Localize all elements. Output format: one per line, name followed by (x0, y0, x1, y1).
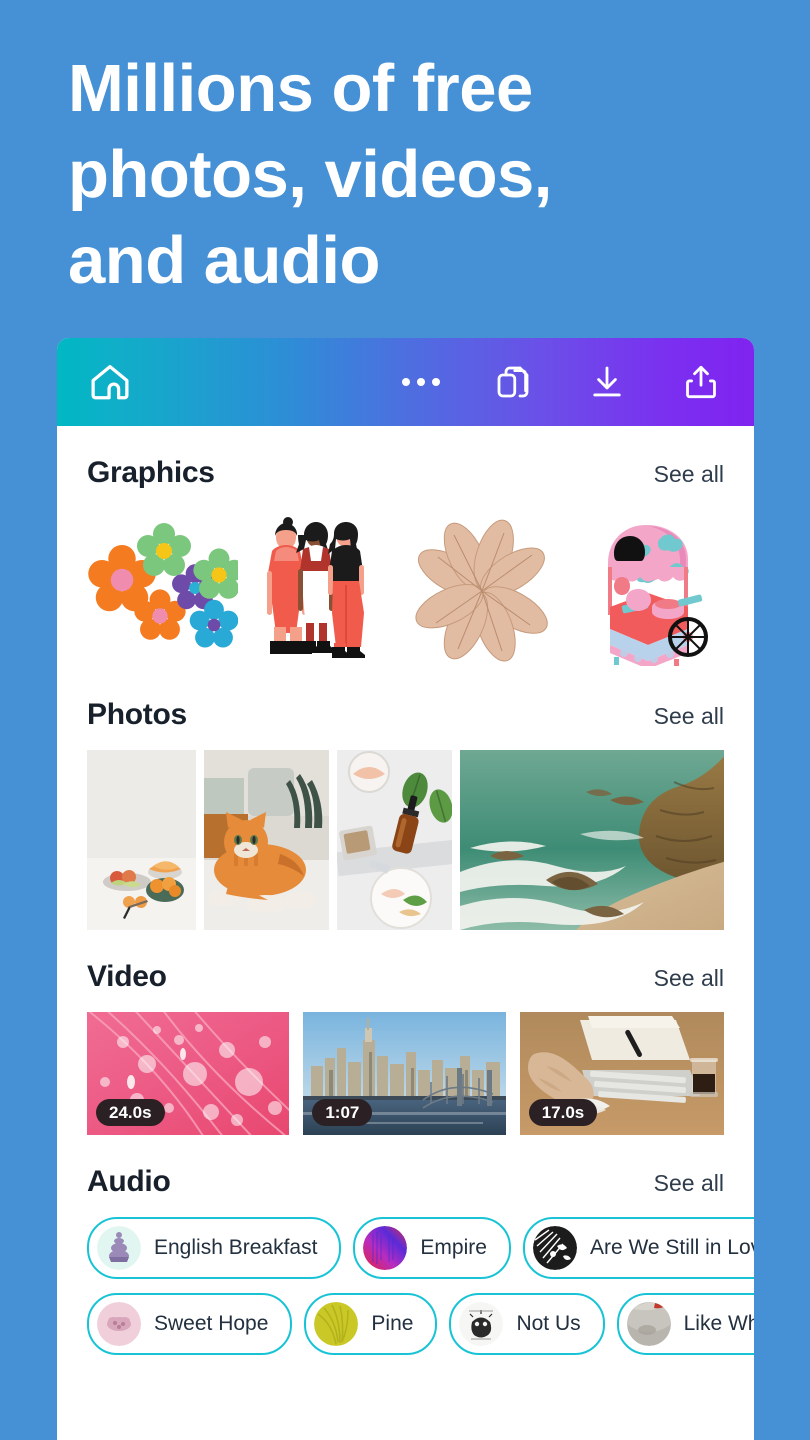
video-typing-hands[interactable]: 17.0s (519, 1012, 724, 1135)
video-duration-badge: 17.0s (528, 1099, 598, 1126)
photos-row (87, 750, 724, 930)
audio-title-text: English Breakfast (154, 1236, 318, 1259)
graphics-header: Graphics See all (87, 426, 724, 508)
home-button[interactable] (87, 359, 133, 405)
audio-title-text: Not Us (516, 1312, 581, 1335)
audio-see-all[interactable]: See all (654, 1170, 724, 1197)
cart-icon (607, 524, 708, 666)
share-icon (680, 361, 722, 403)
photos-header: Photos See all (87, 668, 724, 750)
more-horizontal-icon (402, 378, 440, 386)
photos-see-all[interactable]: See all (654, 703, 724, 730)
audio-title-text: Empire (420, 1236, 487, 1259)
section-photos: Photos See all (57, 668, 754, 930)
photos-title: Photos (87, 698, 187, 731)
audio-title-text: Like Whoa (683, 1312, 754, 1335)
photo-fruit-bowls-image (87, 750, 197, 930)
pink-art (97, 1302, 141, 1346)
flowers-icon (88, 523, 239, 648)
graphics-title: Graphics (87, 456, 215, 489)
graphics-row (87, 508, 724, 668)
audio-like-whoa[interactable]: Like Whoa (616, 1293, 754, 1355)
video-city-skyline[interactable]: 1:07 (303, 1012, 506, 1135)
sketch-art (459, 1302, 504, 1346)
audio-title: Audio (87, 1165, 171, 1198)
duplicate-button[interactable] (492, 361, 534, 403)
video-duration-badge: 24.0s (96, 1099, 165, 1126)
audio-are-we-still-in-love[interactable]: Are We Still in Love (522, 1217, 754, 1279)
section-audio: Audio See all English Breakfast Empire A… (57, 1135, 754, 1355)
audio-title-text: Sweet Hope (154, 1312, 269, 1335)
video-title: Video (87, 960, 167, 993)
leaves-graphic[interactable] (392, 508, 572, 668)
leaves-icon (415, 519, 548, 662)
photo-skincare-flatlay-image (337, 750, 453, 930)
page-title: Millions of free photos, videos, and aud… (68, 51, 552, 298)
video-duration-badge: 1:07 (312, 1099, 373, 1126)
photo-beach-waves-image (460, 750, 724, 930)
women-icon (266, 516, 365, 658)
page-root: Millions of free photos, videos, and aud… (0, 0, 810, 1440)
grey-art (626, 1302, 671, 1346)
video-pink-petal[interactable]: 24.0s (87, 1012, 290, 1135)
audio-empire[interactable]: Empire (353, 1217, 511, 1279)
video-header: Video See all (87, 930, 724, 1012)
app-card: Graphics See all Photos See all Video Se… (57, 338, 754, 1440)
cart-graphic[interactable] (572, 508, 724, 668)
download-button[interactable] (586, 361, 628, 403)
photo-beach-waves[interactable] (460, 750, 724, 930)
flowers-graphic[interactable] (87, 508, 239, 668)
duplicate-icon (492, 361, 534, 403)
yarn-art (314, 1302, 359, 1346)
top-toolbar (57, 338, 754, 426)
gradient-art (363, 1226, 408, 1270)
photo-orange-cat[interactable] (204, 750, 330, 930)
photo-orange-cat-image (204, 750, 330, 930)
home-icon (87, 359, 133, 405)
toolbar-actions (402, 361, 722, 403)
audio-header: Audio See all (87, 1135, 724, 1217)
audio-pine[interactable]: Pine (304, 1293, 438, 1355)
audio-not-us[interactable]: Not Us (449, 1293, 605, 1355)
photo-fruit-bowls[interactable] (87, 750, 197, 930)
photo-skincare-flatlay[interactable] (337, 750, 453, 930)
graphics-see-all[interactable]: See all (654, 461, 724, 488)
video-see-all[interactable]: See all (654, 965, 724, 992)
audio-english-breakfast[interactable]: English Breakfast (87, 1217, 342, 1279)
download-icon (586, 361, 628, 403)
video-row: 24.0s 1:07 17.0s (87, 1012, 724, 1135)
audio-sweet-hope[interactable]: Sweet Hope (87, 1293, 293, 1355)
more-options-button[interactable] (402, 378, 440, 386)
share-button[interactable] (680, 361, 722, 403)
teapot-art (97, 1226, 141, 1270)
women-graphic[interactable] (239, 508, 391, 668)
section-video: Video See all 24.0s 1:07 17.0s (57, 930, 754, 1135)
audio-row: English Breakfast Empire Are We Still in… (87, 1217, 754, 1279)
audio-title-text: Are We Still in Love (589, 1236, 754, 1259)
audio-title-text: Pine (371, 1312, 414, 1335)
audio-row: Sweet Hope Pine Not Us Like Wh (87, 1293, 754, 1355)
section-graphics: Graphics See all (57, 426, 754, 668)
audio-rows: English Breakfast Empire Are We Still in… (87, 1217, 754, 1355)
monochrome-art (532, 1226, 577, 1270)
